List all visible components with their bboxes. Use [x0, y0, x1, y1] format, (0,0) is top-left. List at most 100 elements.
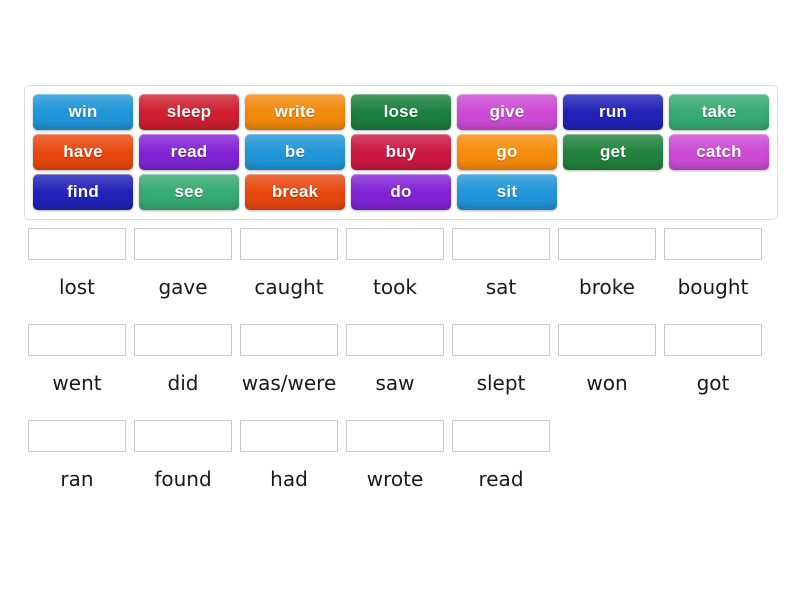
answer-cell: had [236, 420, 342, 516]
answer-label: bought [677, 275, 749, 299]
word-tile-label: break [271, 182, 319, 201]
word-tile[interactable]: go [457, 134, 557, 170]
word-tile-label: get [599, 142, 627, 161]
drop-target[interactable] [346, 228, 444, 260]
answer-label: sat [485, 275, 517, 299]
answer-row: went did was/were saw slept won got [24, 324, 778, 420]
drop-target[interactable] [558, 228, 656, 260]
answer-cell: got [660, 324, 766, 420]
answer-label: slept [476, 371, 526, 395]
answer-cell: sat [448, 228, 554, 324]
drop-target[interactable] [346, 420, 444, 452]
drop-target[interactable] [134, 324, 232, 356]
answer-label: found [154, 467, 212, 491]
drop-target[interactable] [452, 324, 550, 356]
answer-cell: lost [24, 228, 130, 324]
word-tile-label: go [496, 142, 518, 161]
drop-target[interactable] [664, 228, 762, 260]
word-tile-label: see [174, 182, 204, 201]
word-tile-label: lose [383, 102, 419, 121]
word-tile[interactable]: do [351, 174, 451, 210]
word-tile[interactable]: write [245, 94, 345, 130]
answer-row: ran found had wrote read [24, 420, 778, 516]
answer-cell: bought [660, 228, 766, 324]
word-tile-label: buy [385, 142, 417, 161]
word-tile[interactable]: catch [669, 134, 769, 170]
word-tile[interactable]: break [245, 174, 345, 210]
word-tile[interactable]: read [139, 134, 239, 170]
word-tile-label: find [67, 182, 99, 201]
answer-label: broke [579, 275, 635, 299]
answer-label: wrote [366, 467, 424, 491]
word-bank-panel: win sleep write lose give run take have read be bu… [24, 85, 778, 220]
answer-label: ran [60, 467, 94, 491]
answer-label: got [696, 371, 730, 395]
answer-label: lost [58, 275, 96, 299]
word-tile-label: do [390, 182, 412, 201]
drop-target[interactable] [240, 324, 338, 356]
word-tile[interactable]: win [33, 94, 133, 130]
drop-target[interactable] [452, 420, 550, 452]
answer-label: took [373, 275, 417, 299]
answer-cell: slept [448, 324, 554, 420]
word-tile-label: give [489, 102, 525, 121]
answer-cell: was/were [236, 324, 342, 420]
word-tile[interactable]: get [563, 134, 663, 170]
answer-grid: lost gave caught took sat broke bought went did w… [24, 228, 778, 516]
answer-cell: found [130, 420, 236, 516]
answer-cell: went [24, 324, 130, 420]
drop-target[interactable] [134, 420, 232, 452]
word-tile-label: take [701, 102, 737, 121]
word-tile-label: catch [696, 142, 742, 161]
word-tile[interactable]: give [457, 94, 557, 130]
word-tile-label: write [274, 102, 316, 121]
answer-cell: did [130, 324, 236, 420]
answer-label: was/were [241, 371, 337, 395]
word-tile[interactable]: find [33, 174, 133, 210]
word-tile[interactable]: have [33, 134, 133, 170]
word-tile[interactable]: sleep [139, 94, 239, 130]
answer-cell: caught [236, 228, 342, 324]
answer-label: read [478, 467, 524, 491]
answer-cell: wrote [342, 420, 448, 516]
answer-cell: ran [24, 420, 130, 516]
word-tile[interactable]: sit [457, 174, 557, 210]
drop-target[interactable] [28, 420, 126, 452]
drop-target[interactable] [558, 324, 656, 356]
word-tile-label: sit [496, 182, 518, 201]
word-tile-label: sleep [166, 102, 212, 121]
answer-cell: gave [130, 228, 236, 324]
drop-target[interactable] [28, 228, 126, 260]
answer-cell: won [554, 324, 660, 420]
drop-target[interactable] [240, 420, 338, 452]
answer-cell: broke [554, 228, 660, 324]
answer-label: had [270, 467, 308, 491]
drop-target[interactable] [134, 228, 232, 260]
activity-canvas: win sleep write lose give run take have read be bu… [0, 0, 800, 600]
word-tile[interactable]: take [669, 94, 769, 130]
drop-target[interactable] [346, 324, 444, 356]
answer-cell: read [448, 420, 554, 516]
word-tile-label: read [170, 142, 208, 161]
drop-target[interactable] [664, 324, 762, 356]
word-tile[interactable]: see [139, 174, 239, 210]
answer-label: gave [158, 275, 208, 299]
word-tile[interactable]: be [245, 134, 345, 170]
answer-label: went [52, 371, 102, 395]
answer-label: caught [254, 275, 324, 299]
answer-row: lost gave caught took sat broke bought [24, 228, 778, 324]
word-tile-label: run [599, 102, 627, 121]
answer-cell: saw [342, 324, 448, 420]
word-tile[interactable]: buy [351, 134, 451, 170]
word-tile-label: be [284, 142, 306, 161]
answer-label: saw [375, 371, 415, 395]
answer-label: did [167, 371, 199, 395]
answer-label: won [586, 371, 628, 395]
answer-cell: took [342, 228, 448, 324]
drop-target[interactable] [28, 324, 126, 356]
word-tile[interactable]: run [563, 94, 663, 130]
drop-target[interactable] [240, 228, 338, 260]
drop-target[interactable] [452, 228, 550, 260]
word-tile[interactable]: lose [351, 94, 451, 130]
word-tile-label: have [63, 142, 103, 161]
